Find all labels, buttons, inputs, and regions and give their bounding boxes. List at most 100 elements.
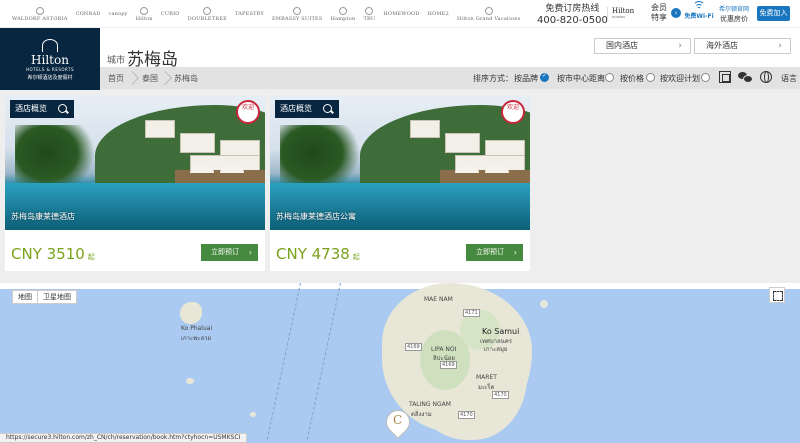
free-wifi[interactable]: 免费Wi-Fi: [683, 1, 715, 20]
member-line1: 会员: [651, 3, 667, 12]
sort-option-price[interactable]: 按价格: [620, 73, 644, 84]
brand-logo-home2[interactable]: HOME2: [428, 11, 449, 17]
map-label-ko-phaluai: Ko Phaluai: [181, 325, 213, 332]
book-now-button[interactable]: 立即预订 ›: [201, 244, 258, 261]
hilton-honors-logo[interactable]: Hilton HONORS: [607, 7, 635, 21]
overseas-hotels-label: 海外酒店: [706, 41, 738, 50]
price-suffix: 起: [352, 253, 360, 261]
zoom-in-icon: [56, 102, 70, 116]
brand-logo-tapestry[interactable]: TAPESTRY: [235, 11, 264, 17]
brand-logo-homewood[interactable]: HOMEWOOD: [383, 11, 419, 17]
qr-code-icon[interactable]: [719, 71, 731, 83]
overseas-hotels-button[interactable]: 海外酒店 ›: [694, 38, 791, 54]
price-suffix: 起: [87, 253, 95, 261]
islet: [250, 412, 256, 417]
map-label-ko-samui-th2: เกาะสมุย: [484, 346, 508, 353]
hotel-price: CNY 4738 起: [276, 245, 360, 263]
wifi-icon: [693, 1, 705, 11]
brand-logo-curio[interactable]: CURIO: [161, 11, 180, 17]
book-now-label: 立即预订: [476, 248, 504, 256]
chevron-right-icon: ›: [513, 248, 517, 257]
domestic-hotels-label: 国内酒店: [606, 41, 638, 50]
member-perks[interactable]: 会员 特享: [651, 3, 667, 23]
join-free-button[interactable]: 免费加入: [757, 6, 790, 21]
map-label-lipa-noi: LIPA NOI: [431, 346, 457, 353]
breadcrumb-home[interactable]: 首页: [108, 73, 124, 84]
language-label[interactable]: 语言: [781, 73, 797, 84]
brand-logos: WALDORF ASTORIA CONRAD canopy Hilton CUR…: [12, 4, 520, 24]
hotel-card: 酒店概览 欢迎 苏梅岛康莱德酒店公寓 CNY 4738 起 立即预订 ›: [270, 95, 530, 271]
breadcrumb-thailand[interactable]: 泰国: [142, 73, 158, 84]
welcome-program-badge: 欢迎: [236, 100, 260, 124]
sort-label: 排序方式：: [473, 74, 513, 83]
city-label: 城市: [107, 56, 126, 66]
book-now-label: 立即预订: [211, 248, 239, 256]
booking-hotline: 免费订房热线 400-820-0500: [537, 1, 608, 26]
brand-logo-hilton[interactable]: Hilton: [136, 6, 153, 22]
logo-sub1: HOTELS & RESORTS: [25, 67, 75, 72]
official-line2: 优惠房价: [720, 15, 748, 23]
brand-logo-doubletree[interactable]: DOUBLETREE: [188, 6, 227, 22]
sort-radio-distance[interactable]: [605, 73, 614, 82]
hilton-logo[interactable]: Hilton HOTELS & RESORTS 希尔顿酒店及度假村: [0, 28, 100, 90]
chevron-right-icon: ›: [678, 41, 682, 51]
sort-option-brand[interactable]: 按品牌: [514, 73, 538, 84]
hotel-overview-label: 酒店概览: [280, 104, 312, 113]
welcome-program-badge: 欢迎: [501, 100, 525, 124]
price-value: CNY 3510: [11, 245, 85, 263]
sort-option-welcome[interactable]: 按欢迎计划: [660, 73, 700, 84]
logo-sub2: 希尔顿酒店及度假村: [27, 75, 73, 81]
hotel-overview-tag[interactable]: 酒店概览: [275, 100, 339, 118]
map-label-taling-ngam: TALING NGAM: [409, 401, 451, 408]
hotel-card: 酒店概览 欢迎 苏梅岛康莱德酒店 CNY 3510 起 立即预订 ›: [5, 95, 265, 271]
official-line1: 希尔顿官网: [719, 6, 750, 13]
hotel-name[interactable]: 苏梅岛康莱德酒店公寓: [276, 211, 356, 222]
hotel-overview-tag[interactable]: 酒店概览: [10, 100, 74, 118]
sort-radio-welcome[interactable]: [701, 73, 710, 82]
islet: [540, 300, 548, 308]
map-label-ko-phaluai-th: เกาะพะลวย: [181, 335, 212, 342]
zoom-in-icon: [321, 102, 335, 116]
tab-satellite[interactable]: 卫星地图: [37, 291, 76, 303]
map-label-mae-nam: MAE NAM: [424, 296, 453, 303]
map-type-tabs: 地图 卫星地图: [12, 290, 77, 304]
brand-logo-waldorf[interactable]: WALDORF ASTORIA: [12, 6, 68, 22]
honors-brand-text: Hilton: [612, 7, 635, 15]
globe-icon[interactable]: [760, 71, 772, 83]
sort-radio-brand[interactable]: [540, 72, 549, 82]
road-badge: 4169: [440, 361, 457, 369]
book-now-button[interactable]: 立即预订 ›: [466, 244, 523, 261]
breadcrumb-separator: [127, 70, 133, 86]
brand-logo-conrad[interactable]: CONRAD: [76, 11, 101, 17]
brand-logo-embassy[interactable]: EMBASSY SUITES: [272, 6, 323, 22]
brand-logo-tru[interactable]: TRU: [363, 6, 375, 22]
map-label-taling-ngam-th: ตลิ่งงาม: [411, 411, 432, 418]
hotel-price: CNY 3510 起: [11, 245, 95, 263]
brand-logo-grand-vacations[interactable]: Hilton Grand Vacations: [457, 6, 520, 22]
brand-logo-hampton[interactable]: Hampton: [331, 6, 356, 22]
hotline-label: 免费订房热线: [545, 4, 600, 14]
hotline-number: 400-820-0500: [537, 15, 608, 26]
road-badge: 4170: [492, 391, 509, 399]
road-badge: 4169: [405, 343, 422, 351]
chevron-right-icon[interactable]: ›: [671, 8, 681, 18]
breadcrumb-separator: [160, 70, 166, 86]
hilton-emblem-icon: [40, 39, 60, 53]
map-label-ko-samui: Ko Samui: [482, 327, 520, 336]
islet: [186, 378, 194, 384]
logo-name: Hilton: [31, 53, 69, 67]
sort-radio-price[interactable]: [646, 73, 655, 82]
status-bar-url: https://secure3.hilton.com/zh_CN/ch/rese…: [0, 433, 248, 443]
tab-map[interactable]: 地图: [13, 291, 37, 303]
member-line2: 特享: [651, 13, 667, 22]
domestic-hotels-button[interactable]: 国内酒店 ›: [594, 38, 691, 54]
chevron-right-icon: ›: [248, 248, 252, 257]
conrad-marker-icon: C: [393, 413, 403, 427]
hotel-name[interactable]: 苏梅岛康莱德酒店: [11, 211, 75, 222]
official-site-rates[interactable]: 希尔顿官网 优惠房价: [719, 4, 749, 24]
sort-option-distance[interactable]: 按市中心距离: [557, 73, 605, 84]
brand-logo-canopy[interactable]: canopy: [108, 11, 127, 17]
brand-strip: WALDORF ASTORIA CONRAD canopy Hilton CUR…: [0, 0, 800, 27]
wechat-icon[interactable]: [738, 71, 753, 83]
fullscreen-icon[interactable]: [769, 287, 785, 303]
